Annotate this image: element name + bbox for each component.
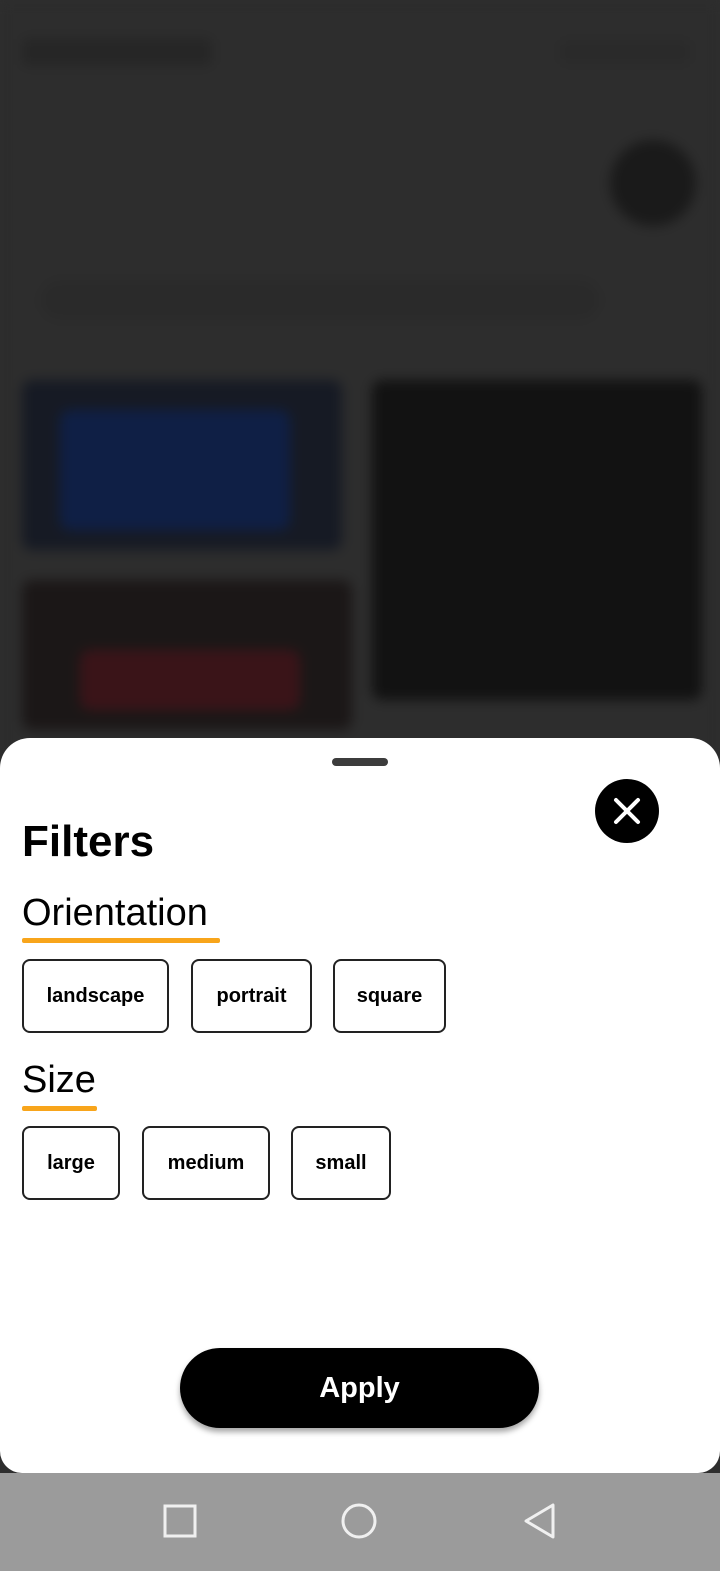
recent-apps-button[interactable] (160, 1501, 200, 1541)
back-button[interactable] (520, 1501, 560, 1541)
orientation-option-portrait[interactable]: portrait (191, 959, 312, 1033)
orientation-option-landscape[interactable]: landscape (22, 959, 169, 1033)
background-app-bar (22, 38, 212, 66)
background-search-bar (40, 280, 600, 320)
orientation-heading: Orientation (22, 892, 208, 934)
recent-apps-icon (163, 1504, 197, 1538)
orientation-option-square[interactable]: square (333, 959, 446, 1033)
home-button[interactable] (339, 1501, 379, 1541)
orientation-heading-underline (22, 938, 220, 943)
screen: Filters Orientation landscape portrait s… (0, 0, 720, 1571)
close-button[interactable] (595, 779, 659, 843)
background-image-content (80, 650, 300, 710)
size-heading: Size (22, 1059, 96, 1101)
size-option-small[interactable]: small (291, 1126, 391, 1200)
background-avatar (610, 140, 696, 226)
drag-handle[interactable] (332, 758, 388, 766)
apply-button[interactable]: Apply (180, 1348, 539, 1428)
back-icon (524, 1503, 555, 1539)
background-image-content (60, 410, 290, 530)
close-icon (614, 798, 640, 824)
background-app-dimmed (0, 0, 720, 760)
home-icon (341, 1503, 377, 1539)
size-option-large[interactable]: large (22, 1126, 120, 1200)
size-heading-underline (22, 1106, 97, 1111)
filters-bottom-sheet: Filters Orientation landscape portrait s… (0, 738, 720, 1473)
size-option-medium[interactable]: medium (142, 1126, 270, 1200)
background-image-tile (372, 380, 702, 700)
system-navigation-bar (0, 1473, 720, 1571)
sheet-title: Filters (22, 817, 155, 866)
background-app-actions (560, 40, 690, 64)
